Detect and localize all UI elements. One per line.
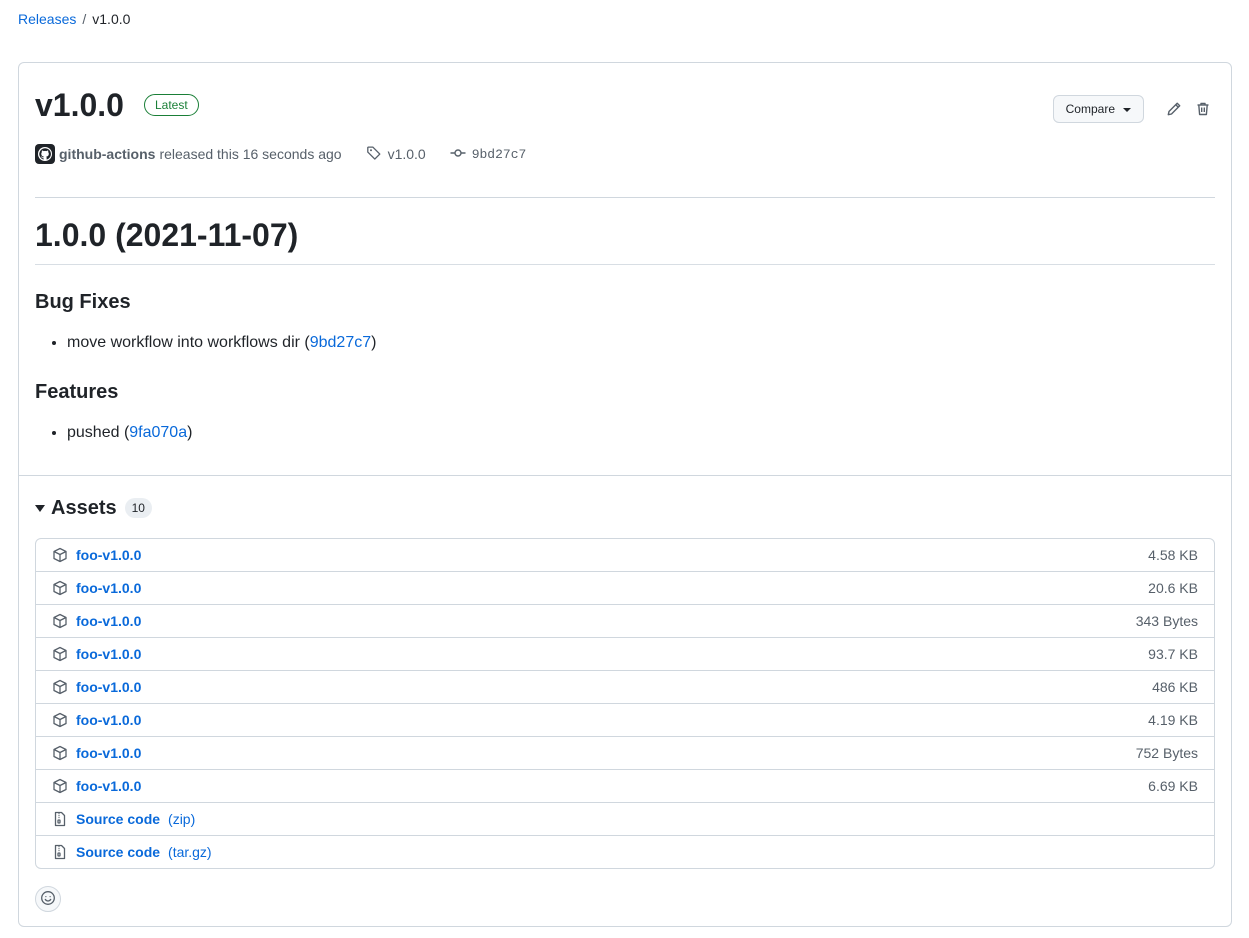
triangle-down-icon	[35, 504, 45, 512]
list-item-close: )	[187, 424, 193, 441]
package-icon	[52, 778, 68, 794]
asset-size: 93.7 KB	[1148, 646, 1198, 662]
release-card: v1.0.0 Latest Compare github-actions rel…	[18, 62, 1232, 927]
tag-label: v1.0.0	[387, 146, 426, 162]
compare-button-label: Compare	[1065, 102, 1115, 116]
asset-link[interactable]: foo-v1.0.0	[76, 613, 141, 629]
asset-list: foo-v1.0.0 4.58 KB foo-v1.0.0 20.6 KB fo…	[35, 538, 1215, 869]
section-title-features: Features	[35, 381, 119, 403]
assets-count: 10	[124, 498, 152, 518]
list-item-text: pushed (	[67, 424, 130, 441]
asset-row: foo-v1.0.0 4.58 KB	[36, 539, 1214, 571]
asset-size: 752 Bytes	[1135, 745, 1198, 761]
asset-link[interactable]: foo-v1.0.0	[76, 679, 141, 695]
tag-icon	[366, 145, 382, 164]
release-header: v1.0.0 Latest	[35, 85, 199, 125]
pencil-icon[interactable]	[1164, 99, 1184, 119]
asset-link[interactable]: foo-v1.0.0	[76, 712, 141, 728]
source-code-targz-link[interactable]: Source code	[76, 844, 160, 860]
breadcrumb-current: v1.0.0	[92, 11, 131, 27]
list-item-close: )	[371, 334, 377, 351]
asset-size: 4.58 KB	[1148, 547, 1198, 563]
notes-heading: 1.0.0 (2021-11-07)	[35, 213, 1215, 265]
asset-row: foo-v1.0.0 6.69 KB	[36, 769, 1214, 802]
asset-row: Source code (zip)	[36, 802, 1214, 835]
asset-size: 343 Bytes	[1135, 613, 1198, 629]
git-commit-icon	[450, 145, 466, 164]
asset-size: 20.6 KB	[1148, 580, 1198, 596]
list-item: move workflow into workflows dir (9bd27c…	[67, 331, 1215, 355]
smiley-icon	[40, 890, 56, 909]
avatar[interactable]	[35, 144, 55, 164]
asset-row: foo-v1.0.0 752 Bytes	[36, 736, 1214, 769]
list-item-text: move workflow into workflows dir (	[67, 334, 310, 351]
section-title-bug-fixes: Bug Fixes	[35, 291, 131, 313]
asset-link[interactable]: foo-v1.0.0	[76, 580, 141, 596]
breadcrumb: Releases / v1.0.0	[18, 11, 130, 27]
asset-link[interactable]: foo-v1.0.0	[76, 745, 141, 761]
assets-title: Assets	[51, 496, 117, 519]
file-zip-icon	[52, 844, 68, 860]
chevron-down-icon	[1123, 108, 1131, 112]
asset-size: 6.69 KB	[1148, 778, 1198, 794]
asset-link[interactable]: foo-v1.0.0	[76, 646, 141, 662]
released-text: released this 16 seconds ago	[159, 146, 342, 162]
source-code-zip-link[interactable]: Source code	[76, 811, 160, 827]
release-commit[interactable]: 9bd27c7	[450, 145, 527, 164]
asset-row: foo-v1.0.0 93.7 KB	[36, 637, 1214, 670]
asset-row: foo-v1.0.0 486 KB	[36, 670, 1214, 703]
asset-row: foo-v1.0.0 343 Bytes	[36, 604, 1214, 637]
compare-button[interactable]: Compare	[1052, 95, 1144, 123]
package-icon	[52, 679, 68, 695]
release-notes: 1.0.0 (2021-11-07) Bug Fixes move workfl…	[35, 213, 1215, 445]
list-item: pushed (9fa070a)	[67, 421, 1215, 445]
release-actions: Compare	[1052, 95, 1213, 123]
release-tag[interactable]: v1.0.0	[366, 145, 426, 164]
package-icon	[52, 646, 68, 662]
latest-badge: Latest	[143, 94, 199, 116]
features-list: pushed (9fa070a)	[35, 421, 1215, 445]
commit-link[interactable]: 9bd27c7	[310, 334, 371, 351]
asset-row: Source code (tar.gz)	[36, 835, 1214, 868]
commit-link[interactable]: 9fa070a	[129, 424, 187, 441]
source-code-ext[interactable]: (zip)	[168, 811, 195, 827]
package-icon	[52, 745, 68, 761]
add-reaction-button[interactable]	[35, 886, 61, 912]
asset-size: 486 KB	[1152, 679, 1198, 695]
release-title[interactable]: v1.0.0	[35, 85, 124, 125]
file-zip-icon	[52, 811, 68, 827]
release-meta: github-actions released this 16 seconds …	[35, 144, 526, 164]
package-icon	[52, 712, 68, 728]
breadcrumb-releases-link[interactable]: Releases	[18, 11, 76, 27]
package-icon	[52, 547, 68, 563]
commit-sha: 9bd27c7	[471, 146, 527, 162]
asset-link[interactable]: foo-v1.0.0	[76, 778, 141, 794]
asset-row: foo-v1.0.0 4.19 KB	[36, 703, 1214, 736]
package-icon	[52, 580, 68, 596]
assets-toggle[interactable]: Assets 10	[35, 495, 152, 521]
trash-icon[interactable]	[1193, 99, 1213, 119]
breadcrumb-separator: /	[82, 11, 87, 27]
assets-divider	[19, 475, 1231, 476]
asset-row: foo-v1.0.0 20.6 KB	[36, 571, 1214, 604]
author-link[interactable]: github-actions	[59, 146, 155, 162]
asset-size: 4.19 KB	[1148, 712, 1198, 728]
package-icon	[52, 613, 68, 629]
source-code-ext[interactable]: (tar.gz)	[168, 844, 212, 860]
bug-fixes-list: move workflow into workflows dir (9bd27c…	[35, 331, 1215, 355]
header-divider	[35, 197, 1215, 198]
asset-link[interactable]: foo-v1.0.0	[76, 547, 141, 563]
